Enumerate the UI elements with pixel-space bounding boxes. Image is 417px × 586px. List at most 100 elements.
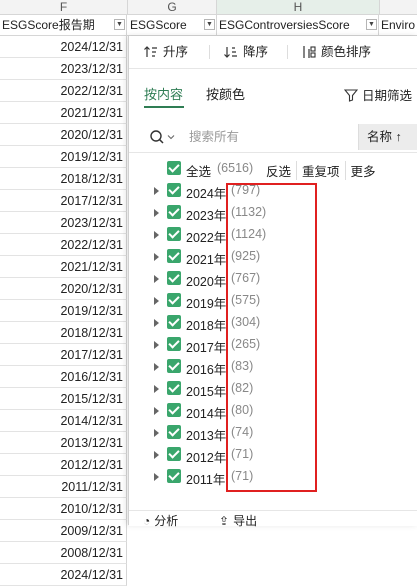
year-checkbox[interactable]	[167, 359, 181, 373]
table-cell[interactable]: 2014/12/31	[0, 410, 127, 432]
color-sort-button[interactable]: 颜色排序	[301, 43, 371, 61]
select-all-row[interactable]: 全选 (6516) 反选 重复项 更多	[129, 158, 417, 180]
table-cell[interactable]: 2016/12/31	[0, 366, 127, 388]
select-all-label: 全选	[186, 165, 212, 179]
table-cell[interactable]: 2012/12/31	[0, 454, 127, 476]
year-checkbox[interactable]	[167, 315, 181, 329]
year-checkbox[interactable]	[167, 337, 181, 351]
year-checkbox[interactable]	[167, 183, 181, 197]
chevron-right-icon[interactable]	[154, 429, 159, 437]
table-cell[interactable]: 2020/12/31	[0, 124, 127, 146]
analysis-button[interactable]: ◔ 分析	[143, 512, 178, 529]
list-item[interactable]: 2015年 (82)	[129, 378, 417, 400]
chevron-right-icon[interactable]	[154, 231, 159, 239]
table-cell[interactable]: 2018/12/31	[0, 168, 127, 190]
year-checkbox[interactable]	[167, 447, 181, 461]
list-item[interactable]: 2018年 (304)	[129, 312, 417, 334]
header-cell-g[interactable]: ESGScore ▼	[128, 15, 217, 35]
header-cell-f[interactable]: ESGScore报告期 ▼	[0, 15, 127, 35]
year-checkbox[interactable]	[167, 205, 181, 219]
table-cell[interactable]: 2018/12/31	[0, 322, 127, 344]
year-checkbox[interactable]	[167, 381, 181, 395]
list-item[interactable]: 2014年 (80)	[129, 400, 417, 422]
sort-by-name-button[interactable]: 名称 ↑	[358, 124, 417, 150]
search-row: 名称 ↑	[129, 122, 417, 153]
chevron-right-icon[interactable]	[154, 407, 159, 415]
search-input[interactable]	[189, 129, 349, 145]
table-cell[interactable]: 2009/12/31	[0, 520, 127, 542]
year-count: (925)	[231, 249, 261, 263]
chevron-right-icon[interactable]	[154, 473, 159, 481]
chevron-right-icon[interactable]	[154, 385, 159, 393]
sort-descending-button[interactable]: 降序	[223, 43, 268, 61]
table-cell[interactable]: 2013/12/31	[0, 432, 127, 454]
table-cell[interactable]: 2008/12/31	[0, 542, 127, 564]
table-cell[interactable]: 2024/12/31	[0, 564, 127, 586]
chevron-right-icon[interactable]	[154, 275, 159, 283]
table-cell[interactable]: 2011/12/31	[0, 476, 127, 498]
list-item[interactable]: 2023年 (1132)	[129, 202, 417, 224]
list-item[interactable]: 2012年 (71)	[129, 444, 417, 466]
filter-dropdown-icon[interactable]: ▼	[114, 19, 125, 30]
chevron-right-icon[interactable]	[154, 319, 159, 327]
table-header-row: ESGScore报告期 ▼ ESGScore ▼ ESGControversie…	[0, 15, 417, 36]
tab-by-content[interactable]: 按内容	[144, 84, 183, 103]
export-button[interactable]: ⇪ 导出	[219, 512, 257, 529]
table-cell[interactable]: 2022/12/31	[0, 80, 127, 102]
filter-dropdown-icon[interactable]: ▼	[204, 19, 215, 30]
table-cell[interactable]: 2010/12/31	[0, 498, 127, 520]
year-checkbox[interactable]	[167, 293, 181, 307]
column-letter-g[interactable]: G	[128, 0, 217, 14]
year-checkbox[interactable]	[167, 425, 181, 439]
list-item[interactable]: 2019年 (575)	[129, 290, 417, 312]
table-cell[interactable]: 2021/12/31	[0, 256, 127, 278]
funnel-icon	[343, 88, 358, 102]
list-item[interactable]: 2011年 (71)	[129, 466, 417, 488]
table-cell[interactable]: 2022/12/31	[0, 234, 127, 256]
select-all-checkbox[interactable]	[167, 161, 181, 175]
header-cell-h[interactable]: ESGControversiesScore ▼	[217, 15, 379, 35]
chevron-right-icon[interactable]	[154, 363, 159, 371]
search-scope-dropdown[interactable]	[149, 129, 175, 145]
chevron-right-icon[interactable]	[154, 297, 159, 305]
column-letter-h[interactable]: H	[217, 0, 380, 14]
chevron-right-icon[interactable]	[154, 341, 159, 349]
list-item[interactable]: 2013年 (74)	[129, 422, 417, 444]
list-item[interactable]: 2016年 (83)	[129, 356, 417, 378]
table-cell[interactable]: 2015/12/31	[0, 388, 127, 410]
table-cell[interactable]: 2023/12/31	[0, 58, 127, 80]
table-cell[interactable]: 2023/12/31	[0, 212, 127, 234]
table-cell[interactable]: 2017/12/31	[0, 190, 127, 212]
table-cell[interactable]: 2019/12/31	[0, 300, 127, 322]
table-cell[interactable]: 2019/12/31	[0, 146, 127, 168]
tab-by-color[interactable]: 按颜色	[206, 84, 245, 103]
table-cell[interactable]: 2024/12/31	[0, 36, 127, 58]
header-cell-i[interactable]: Enviro	[379, 15, 417, 35]
date-filter-button[interactable]: 日期筛选	[343, 85, 412, 104]
list-item[interactable]: 2022年 (1124)	[129, 224, 417, 246]
year-checkbox[interactable]	[167, 271, 181, 285]
more-button[interactable]: 更多	[344, 161, 381, 180]
invert-selection-button[interactable]: 反选	[266, 161, 296, 180]
table-cell[interactable]: 2020/12/31	[0, 278, 127, 300]
duplicates-button[interactable]: 重复项	[296, 161, 345, 180]
year-checkbox[interactable]	[167, 227, 181, 241]
list-item[interactable]: 2021年 (925)	[129, 246, 417, 268]
chevron-right-icon[interactable]	[154, 187, 159, 195]
chevron-right-icon[interactable]	[154, 253, 159, 261]
filter-dropdown-icon[interactable]: ▼	[366, 19, 377, 30]
column-letter-f[interactable]: F	[0, 0, 128, 14]
list-item[interactable]: 2020年 (767)	[129, 268, 417, 290]
list-item[interactable]: 2017年 (265)	[129, 334, 417, 356]
year-checkbox[interactable]	[167, 403, 181, 417]
sort-ascending-button[interactable]: 升序	[143, 43, 188, 61]
table-cell[interactable]: 2017/12/31	[0, 344, 127, 366]
table-cell[interactable]: 2021/12/31	[0, 102, 127, 124]
list-actions: 反选 重复项 更多	[266, 161, 381, 180]
chevron-right-icon[interactable]	[154, 451, 159, 459]
year-checkbox[interactable]	[167, 469, 181, 483]
chevron-right-icon[interactable]	[154, 209, 159, 217]
list-item[interactable]: 2024年 (797)	[129, 180, 417, 202]
header-label: ESGScore	[130, 18, 187, 32]
year-checkbox[interactable]	[167, 249, 181, 263]
